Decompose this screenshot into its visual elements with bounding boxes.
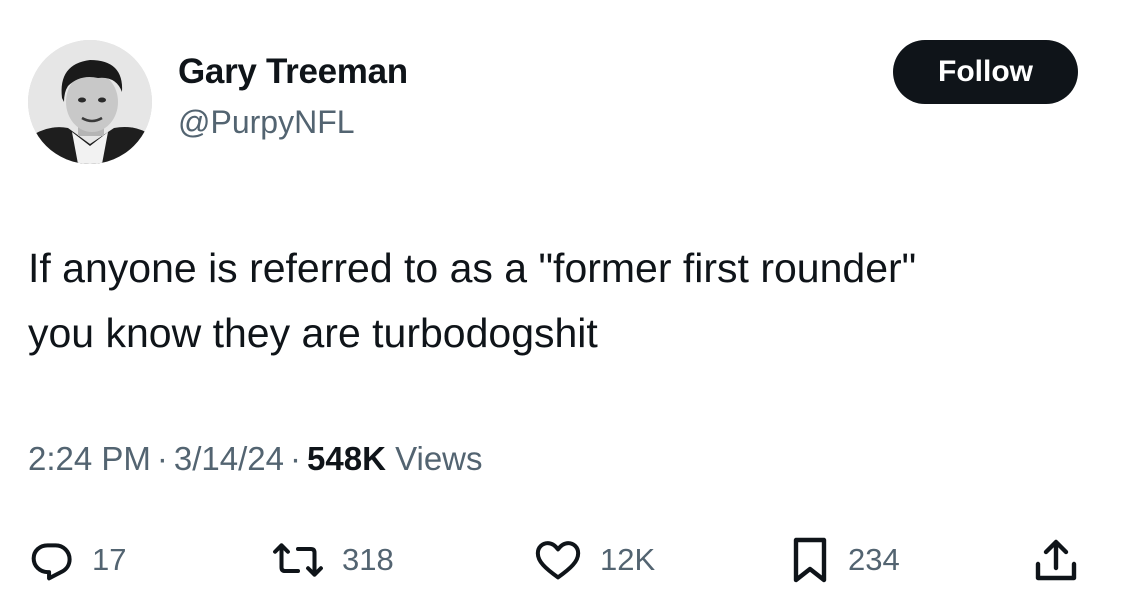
meta-separator: · — [290, 440, 302, 477]
author-display-name[interactable]: Gary Treeman — [178, 52, 408, 92]
tweet-card: Gary Treeman @PurpyNFL Follow If anyone … — [0, 0, 1125, 608]
tweet-text: If anyone is referred to as a "former fi… — [28, 236, 1108, 366]
views-label: Views — [395, 440, 483, 477]
tweet-text-line: If anyone is referred to as a "former fi… — [28, 245, 917, 291]
action-bar: 17 318 12K 234 — [0, 530, 1125, 590]
tweet-time[interactable]: 2:24 PM — [28, 440, 151, 477]
share-icon — [1035, 539, 1077, 581]
reply-button[interactable]: 17 — [30, 530, 126, 590]
bookmark-button[interactable]: 234 — [790, 530, 900, 590]
share-button[interactable] — [1034, 530, 1078, 590]
retweet-button[interactable]: 318 — [272, 530, 394, 590]
meta-separator: · — [156, 440, 168, 477]
author-handle[interactable]: @PurpyNFL — [178, 104, 355, 141]
like-button[interactable]: 12K — [534, 530, 655, 590]
reply-count: 17 — [92, 542, 127, 577]
follow-button[interactable]: Follow — [893, 40, 1078, 104]
avatar[interactable] — [28, 40, 152, 164]
like-count: 12K — [600, 542, 656, 577]
tweet-text-line: you know they are turbodogshit — [28, 310, 598, 356]
bookmark-count: 234 — [848, 542, 900, 577]
views-count: 548K — [307, 440, 386, 477]
retweet-count: 318 — [342, 542, 394, 577]
bookmark-icon — [793, 537, 827, 583]
reply-icon — [31, 543, 72, 581]
heart-icon — [535, 541, 581, 580]
retweet-icon — [273, 543, 323, 577]
tweet-meta: 2:24 PM · 3/14/24 · 548K Views — [28, 440, 483, 478]
avatar-photo-icon — [28, 40, 152, 164]
tweet-date[interactable]: 3/14/24 — [174, 440, 284, 477]
